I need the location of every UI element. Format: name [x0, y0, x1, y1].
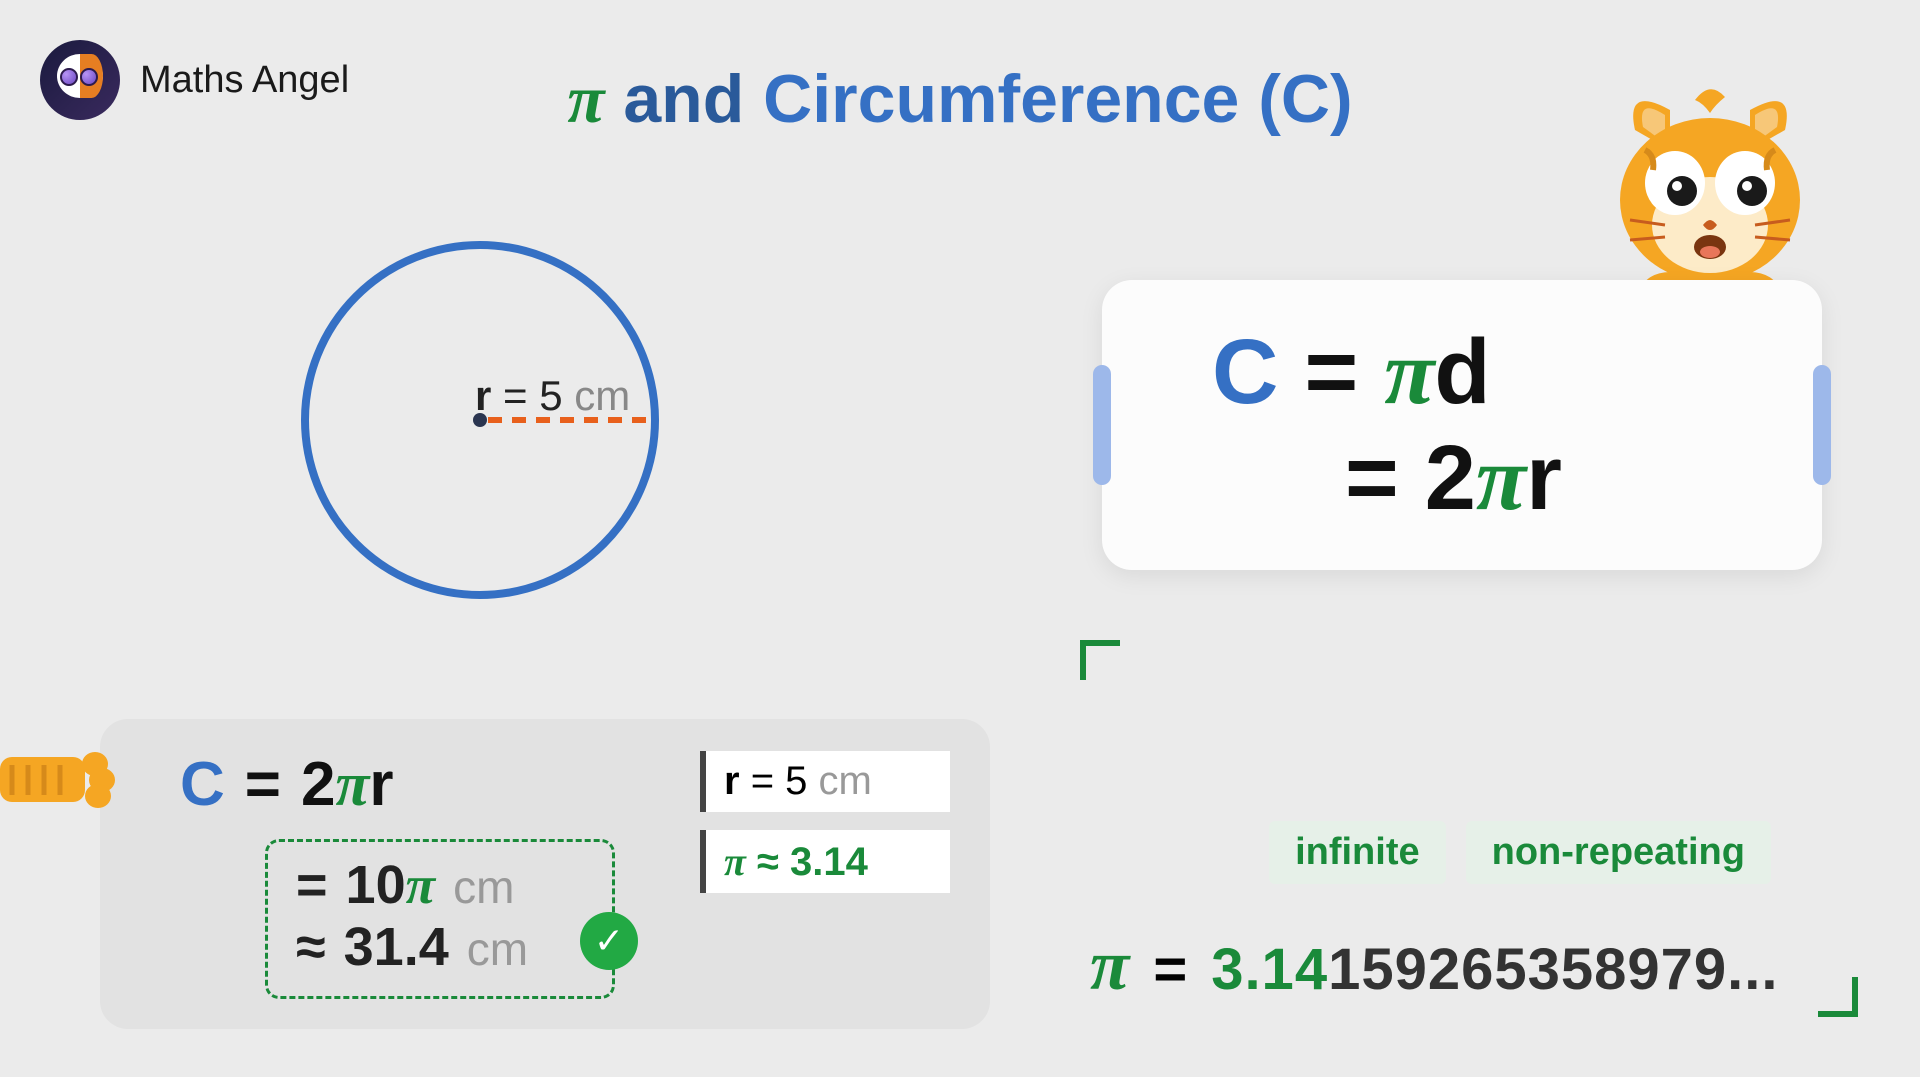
- calculation-panel: C = 2πr = 10π cm ≈ 31.4 cm ✓ r = 5 cm π …: [100, 719, 990, 1029]
- formula-2pir: 2πr: [1425, 425, 1562, 531]
- ref-radius: r = 5 cm: [700, 751, 950, 812]
- calc-result-approx: ≈ 31.4 cm: [296, 916, 584, 978]
- pi-eq: =: [1153, 936, 1187, 1003]
- calc-result-exact: = 10π cm: [296, 854, 584, 916]
- title-and: and: [604, 61, 763, 137]
- title-pi: π: [567, 61, 604, 137]
- calc-c: C: [180, 749, 225, 820]
- circle-svg: [280, 220, 680, 620]
- radius-label: r = 5 cm: [475, 372, 630, 420]
- formula-c: C: [1212, 320, 1278, 425]
- check-icon: ✓: [580, 912, 638, 970]
- formula-eq2: =: [1345, 426, 1399, 531]
- calc-eq: =: [245, 749, 281, 820]
- calc-2pir: 2πr: [301, 749, 393, 821]
- ref-pi: π ≈ 3.14: [700, 830, 950, 893]
- pi-value: π = 3.14159265358979...: [1090, 924, 1830, 1007]
- corner-bracket-tl: [1080, 640, 1120, 680]
- pi-symbol: π: [1090, 924, 1129, 1007]
- formula-line-2: = 2πr: [1345, 425, 1822, 531]
- cat-paw-icon: [0, 747, 120, 812]
- tag-non-repeating: non-repeating: [1466, 821, 1771, 884]
- pi-property-tags: infinite non-repeating: [1210, 821, 1830, 884]
- circle-diagram: r = 5 cm: [280, 220, 680, 620]
- brand-logo: Maths Angel: [40, 40, 349, 120]
- cat-mascot: [1595, 75, 1825, 305]
- pi-info-section: infinite non-repeating π = 3.14159265358…: [1090, 821, 1830, 1007]
- title-circumference: Circumference (C): [763, 61, 1353, 137]
- formula-card: C = πd = 2πr: [1102, 280, 1822, 570]
- pi-digits: 3.14159265358979...: [1211, 936, 1778, 1003]
- radius-unit: cm: [563, 372, 631, 419]
- brand-name: Maths Angel: [140, 59, 349, 102]
- formula-eq1: =: [1304, 320, 1358, 425]
- card-handle-right: [1813, 365, 1831, 485]
- formula-pid: πd: [1384, 319, 1490, 425]
- reference-values: r = 5 cm π ≈ 3.14: [700, 751, 950, 893]
- radius-var: r: [475, 372, 491, 419]
- formula-line-1: C = πd: [1212, 319, 1822, 425]
- card-handle-left: [1093, 365, 1111, 485]
- calc-results-box: = 10π cm ≈ 31.4 cm ✓: [265, 839, 615, 999]
- logo-badge: [40, 40, 120, 120]
- tag-infinite: infinite: [1269, 821, 1446, 884]
- radius-val: = 5: [503, 372, 563, 419]
- page-title: π and Circumference (C): [567, 60, 1352, 139]
